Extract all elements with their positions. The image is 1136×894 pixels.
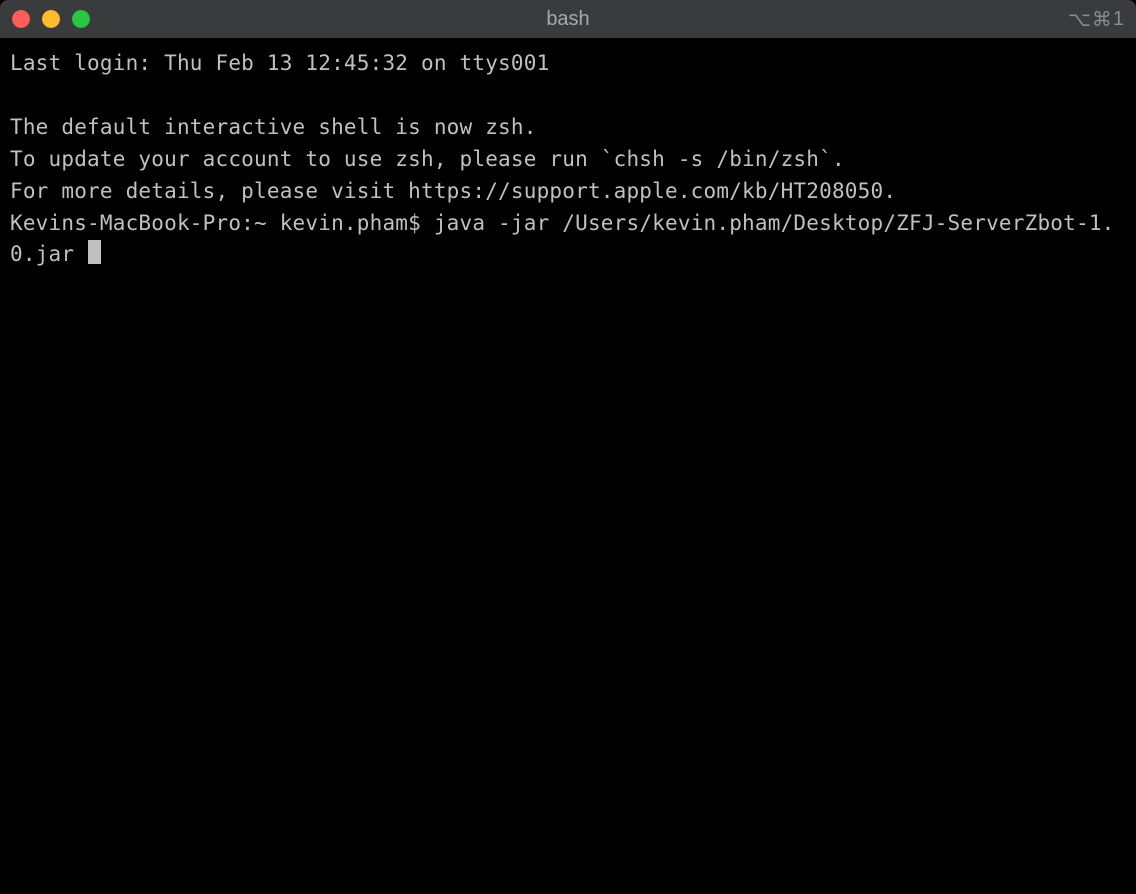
option-key-icon: ⌥ xyxy=(1068,7,1091,32)
close-button[interactable] xyxy=(12,10,30,28)
maximize-button[interactable] xyxy=(72,10,90,28)
minimize-button[interactable] xyxy=(42,10,60,28)
shell-prompt: Kevins-MacBook-Pro:~ kevin.pham$ xyxy=(10,211,434,235)
terminal-window: bash ⌥⌘1 Last login: Thu Feb 13 12:45:32… xyxy=(0,0,1136,894)
zsh-notice-2: To update your account to use zsh, pleas… xyxy=(10,147,845,171)
zsh-notice-3: For more details, please visit https://s… xyxy=(10,179,896,203)
zsh-notice-1: The default interactive shell is now zsh… xyxy=(10,115,537,139)
window-title: bash xyxy=(546,8,589,31)
prompt-line: Kevins-MacBook-Pro:~ kevin.pham$ java -j… xyxy=(10,211,1115,267)
terminal-output[interactable]: Last login: Thu Feb 13 12:45:32 on ttys0… xyxy=(0,38,1136,894)
cursor xyxy=(88,240,101,264)
keyboard-shortcut-indicator: ⌥⌘1 xyxy=(1068,7,1124,32)
command-key-icon: ⌘ xyxy=(1092,7,1112,32)
titlebar[interactable]: bash ⌥⌘1 xyxy=(0,0,1136,38)
shortcut-number: 1 xyxy=(1113,8,1124,31)
last-login-line: Last login: Thu Feb 13 12:45:32 on ttys0… xyxy=(10,51,549,75)
traffic-lights xyxy=(12,10,90,28)
